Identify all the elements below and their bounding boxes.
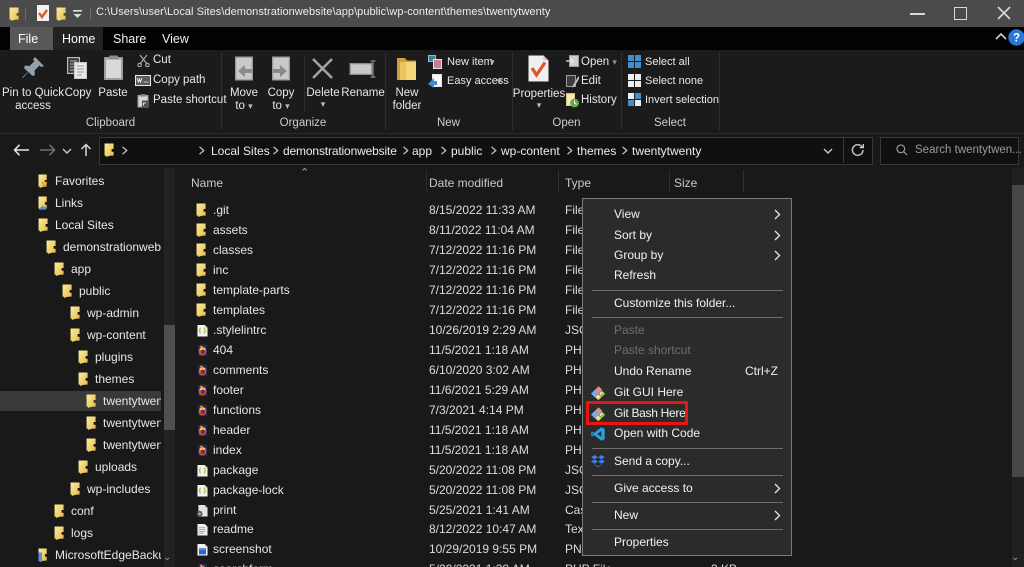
svg-text:?: ? [1013,33,1020,45]
